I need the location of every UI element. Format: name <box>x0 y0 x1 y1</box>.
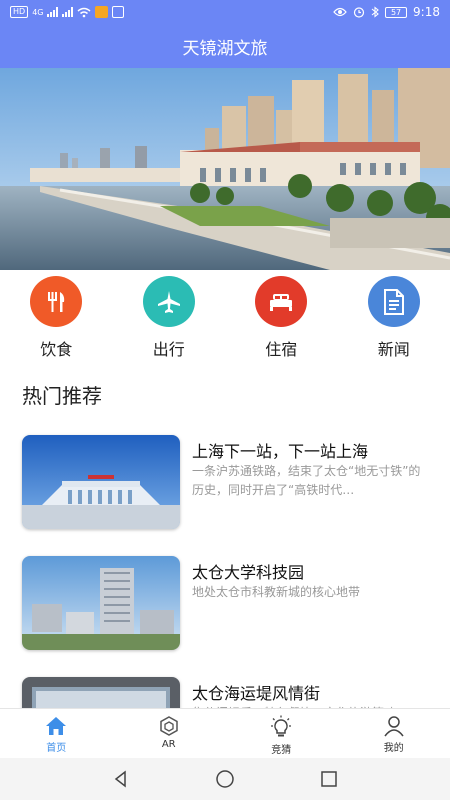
tab-label: 我的 <box>383 743 404 754</box>
signal-icon-2 <box>62 7 74 17</box>
status-bar: HD 4G 57 9:18 <box>0 0 450 24</box>
eye-icon <box>333 7 347 17</box>
tab-quiz[interactable]: 竞猜 <box>225 709 338 758</box>
item-description: 一条沪苏通铁路，结束了太仓“地无寸铁”的历史，同时开启了“高铁时代… <box>192 464 421 497</box>
category-food[interactable]: 饮食 <box>0 276 113 360</box>
list-item[interactable]: 上海下一站，下一站上海 一条沪苏通铁路，结束了太仓“地无寸铁”的历史，同时开启了… <box>22 430 432 529</box>
utensils-icon <box>30 276 83 327</box>
bed-icon <box>255 276 308 327</box>
airplane-icon <box>142 276 195 327</box>
person-icon <box>384 716 404 737</box>
category-label: 饮食 <box>40 340 73 359</box>
alarm-icon <box>353 7 365 18</box>
lightbulb-icon <box>271 715 292 737</box>
home-circle-icon[interactable] <box>215 769 235 789</box>
clock: 9:18 <box>413 5 440 19</box>
category-grid: 饮食 出行 住宿 新闻 <box>0 276 450 360</box>
document-icon <box>367 276 420 327</box>
item-title: 太仓海运堤风情街 <box>192 684 321 703</box>
wifi-icon <box>78 7 91 17</box>
notification-app-icon <box>95 6 109 18</box>
tab-label: 竞猜 <box>271 745 292 756</box>
tab-label: AR <box>161 739 176 750</box>
signal-icon <box>47 7 59 17</box>
hd-indicator: HD <box>10 6 29 18</box>
item-thumbnail <box>22 435 180 529</box>
category-label: 新闻 <box>377 340 410 359</box>
item-title: 上海下一站，下一站上海 <box>192 442 369 461</box>
section-title: 热门推荐 <box>22 384 102 408</box>
banner-image[interactable] <box>0 68 450 270</box>
tab-profile[interactable]: 我的 <box>338 709 450 758</box>
list-item[interactable]: 太仓大学科技园 地处太仓市科教新城的核心地带 <box>22 551 432 650</box>
item-title: 太仓大学科技园 <box>192 563 305 582</box>
notification-sync-icon <box>112 6 125 18</box>
tab-ar[interactable]: AR <box>113 709 226 758</box>
network-type: 4G <box>32 7 44 17</box>
page-title: 天镜湖文旅 <box>182 38 268 59</box>
tab-home[interactable]: 首页 <box>0 709 113 758</box>
category-travel[interactable]: 出行 <box>113 276 226 360</box>
category-label: 出行 <box>152 340 185 359</box>
back-icon[interactable] <box>112 770 130 788</box>
item-description: 地处太仓市科教新城的核心地带 <box>192 585 361 599</box>
home-icon <box>46 717 67 735</box>
item-thumbnail <box>22 556 180 650</box>
bluetooth-icon <box>371 6 379 18</box>
category-news[interactable]: 新闻 <box>338 276 450 360</box>
ar-hexagon-icon <box>160 716 178 736</box>
app-header: 天镜湖文旅 <box>0 24 450 68</box>
battery-icon: 57 <box>385 6 408 18</box>
bottom-tab-bar: 首页 AR 竞猜 我的 <box>0 708 450 758</box>
category-lodging[interactable]: 住宿 <box>225 276 338 360</box>
recents-icon[interactable] <box>320 770 338 788</box>
category-label: 住宿 <box>265 340 298 359</box>
system-nav-bar <box>0 758 450 800</box>
tab-label: 首页 <box>46 743 67 754</box>
